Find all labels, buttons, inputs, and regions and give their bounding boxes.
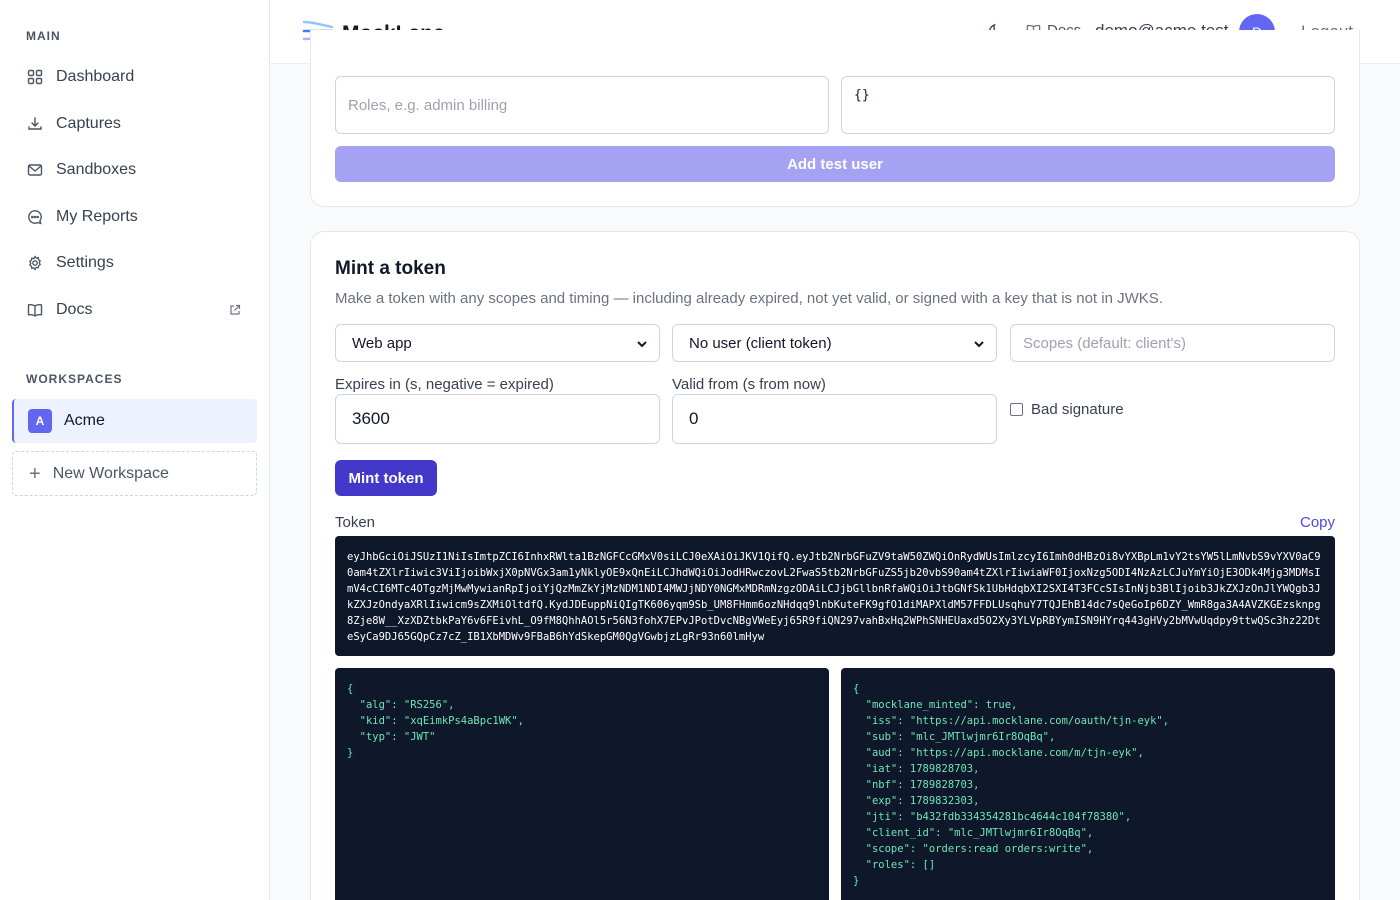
workspace-avatar: A: [28, 409, 52, 433]
valid-from-label: Valid from (s from now): [672, 376, 826, 393]
scopes-input[interactable]: Scopes (default: client's): [1010, 324, 1335, 362]
user-select[interactable]: No user (client token): [672, 324, 997, 362]
new-workspace-label: New Workspace: [52, 464, 169, 482]
copy-token-link[interactable]: Copy: [1300, 514, 1335, 531]
chevron-down-icon: [635, 337, 649, 351]
new-workspace-button[interactable]: + New Workspace: [12, 451, 257, 496]
sidebar-item-my-reports[interactable]: My Reports: [12, 197, 257, 237]
bad-signature-checkbox[interactable]: [1010, 403, 1023, 416]
sidebar-section-workspaces: WORKSPACES: [26, 372, 123, 386]
claims-json-textarea[interactable]: {}: [841, 76, 1335, 134]
sidebar-item-label: Sandboxes: [56, 161, 137, 178]
grid-icon: [26, 68, 44, 86]
valid-from-input[interactable]: 0: [672, 394, 997, 444]
sidebar-item-docs[interactable]: Docs: [12, 290, 257, 330]
roles-input[interactable]: Roles, e.g. admin billing: [335, 76, 829, 134]
sidebar-item-captures[interactable]: Captures: [12, 104, 257, 144]
expires-label: Expires in (s, negative = expired): [335, 376, 554, 393]
token-output[interactable]: eyJhbGciOiJSUzI1NiIsImtpZCI6InhxRWlta1Bz…: [335, 536, 1335, 656]
chevron-down-icon: [972, 337, 986, 351]
sidebar-item-label: My Reports: [56, 208, 138, 225]
sidebar-section-main: MAIN: [26, 29, 61, 43]
bad-signature-option[interactable]: Bad signature: [1010, 401, 1124, 418]
sidebar-item-dashboard[interactable]: Dashboard: [12, 57, 257, 97]
token-label: Token: [335, 514, 376, 531]
sidebar-item-settings[interactable]: Settings: [12, 243, 257, 283]
envelope-icon: [26, 161, 44, 179]
sidebar-item-label: Settings: [56, 254, 114, 271]
plus-icon: +: [29, 462, 41, 485]
workspace-item-acme[interactable]: A Acme: [12, 399, 257, 443]
mint-token-button[interactable]: Mint token: [335, 460, 437, 496]
user-select-value: No user (client token): [689, 334, 832, 352]
valid-from-value: 0: [689, 409, 699, 428]
expires-input[interactable]: 3600: [335, 394, 660, 444]
download-tray-icon: [26, 115, 44, 133]
sidebar-item-label: Dashboard: [56, 68, 135, 85]
client-select[interactable]: Web app: [335, 324, 660, 362]
workspace-name: Acme: [64, 412, 105, 429]
claims-json-value: {}: [854, 88, 870, 103]
book-icon: [26, 301, 44, 319]
token-payload-json: { "mocklane_minted": true, "iss": "https…: [841, 668, 1335, 900]
mint-token-title: Mint a token: [335, 258, 446, 279]
token-header-json: { "alg": "RS256", "kid": "xqEimkPs4aBpc1…: [335, 668, 829, 900]
client-select-value: Web app: [352, 334, 412, 352]
roles-placeholder: Roles, e.g. admin billing: [348, 96, 508, 114]
sidebar-item-label: Docs: [56, 301, 93, 318]
add-test-user-button[interactable]: Add test user: [335, 146, 1335, 182]
mint-token-subtitle: Make a token with any scopes and timing …: [335, 290, 1163, 307]
chat-bubble-icon: [26, 208, 44, 226]
sidebar-item-sandboxes[interactable]: Sandboxes: [12, 150, 257, 190]
gear-icon: [26, 254, 44, 272]
sidebar-item-label: Captures: [56, 115, 121, 132]
external-link-icon: [229, 303, 243, 317]
expires-value: 3600: [352, 409, 390, 428]
sidebar: MAIN Dashboard Captures Sandboxes My Rep…: [0, 0, 270, 900]
bad-signature-label: Bad signature: [1031, 401, 1124, 418]
scopes-placeholder: Scopes (default: client's): [1023, 334, 1186, 352]
